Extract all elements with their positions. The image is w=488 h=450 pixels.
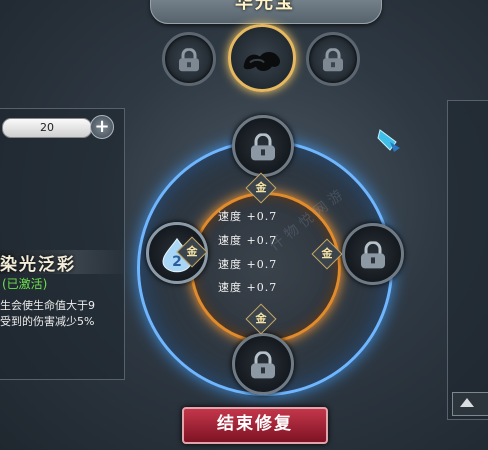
skill-name: 染光泛彩	[0, 255, 76, 275]
stat-line: 速度 +0.7	[218, 281, 278, 294]
right-panel	[447, 100, 488, 420]
quantity-field[interactable]: 20	[2, 118, 92, 138]
up-arrow-icon	[460, 398, 474, 407]
skill-panel	[0, 108, 125, 380]
stat-line: 速度 +0.7	[218, 234, 278, 247]
lock-icon	[251, 133, 275, 161]
crystal-icon	[377, 129, 400, 152]
node-bottom[interactable]	[232, 333, 294, 395]
lock-icon	[251, 351, 275, 379]
locked-top-slot-right[interactable]	[306, 32, 360, 86]
element-badge-label: 金	[255, 181, 267, 194]
node-right[interactable]	[342, 223, 404, 285]
skill-description: 生会使生命值大于9 受到的伤害减少5%	[0, 298, 124, 330]
lock-icon	[361, 241, 385, 269]
skill-status: (已激活)	[2, 277, 48, 291]
stat-line: 速度 +0.7	[218, 210, 278, 223]
element-badge-label: 金	[321, 247, 333, 260]
active-top-slot[interactable]	[228, 24, 296, 92]
lock-icon	[323, 48, 343, 72]
element-badge-label: 金	[186, 245, 198, 258]
stat-line: 速度 +0.7	[218, 258, 278, 271]
skill-description-line: 受到的伤害减少5%	[0, 315, 95, 328]
locked-top-slot-left[interactable]	[162, 32, 216, 86]
element-badge-label: 金	[255, 312, 267, 325]
page-title: 华光宝	[235, 0, 295, 13]
plus-button[interactable]: +	[90, 115, 114, 139]
node-top[interactable]	[232, 115, 294, 177]
lock-icon	[179, 48, 199, 72]
end-repair-button[interactable]: 结束修复	[182, 407, 328, 444]
dark-cloud-icon	[243, 52, 280, 71]
skill-description-line: 生会使生命值大于9	[0, 299, 95, 312]
